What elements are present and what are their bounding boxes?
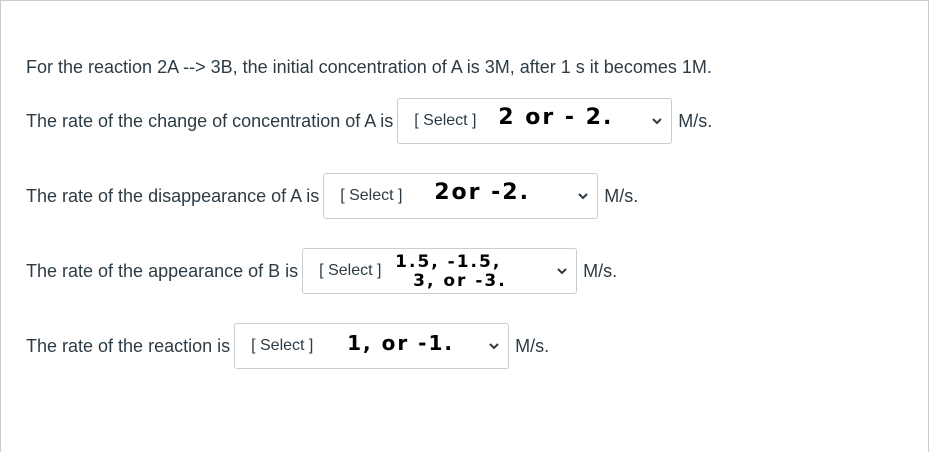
- select-placeholder: [ Select ]: [340, 187, 403, 204]
- handwritten-answer-line-1: 1.5, -1.5,: [395, 252, 502, 272]
- handwritten-answer: 2 or - 2.: [498, 105, 614, 130]
- unit-label: M/s.: [583, 261, 618, 281]
- row-label: The rate of the change of concentration …: [26, 111, 394, 131]
- unit-label: M/s.: [678, 111, 713, 131]
- answer-row-2: The rate of the disappearance of A is [ …: [26, 173, 638, 219]
- handwritten-answer-line-2: 3, or -3.: [413, 271, 507, 291]
- answer-select-2[interactable]: [ Select ] 2or -2.: [323, 173, 599, 219]
- select-placeholder: [ Select ]: [414, 112, 477, 129]
- answer-select-1[interactable]: [ Select ] 2 or - 2.: [397, 98, 673, 144]
- select-placeholder: [ Select ]: [251, 337, 314, 354]
- unit-label: M/s.: [604, 186, 639, 206]
- answer-select-3[interactable]: [ Select ] 1.5, -1.5, 3, or -3.: [302, 248, 578, 294]
- chevron-down-icon: [578, 193, 588, 200]
- answer-select-4[interactable]: [ Select ] 1, or -1.: [234, 323, 510, 369]
- row-label: The rate of the appearance of B is: [26, 261, 299, 281]
- chevron-down-icon: [489, 343, 499, 350]
- answer-row-1: The rate of the change of concentration …: [26, 98, 712, 144]
- handwritten-answer: 2or -2.: [434, 180, 530, 205]
- row-label: The rate of the disappearance of A is: [26, 186, 320, 206]
- answer-row-4: The rate of the reaction is [ Select ] 1…: [26, 323, 549, 369]
- chevron-down-icon: [652, 118, 662, 125]
- select-placeholder: [ Select ]: [319, 262, 382, 279]
- handwritten-answer: 1, or -1.: [347, 331, 454, 355]
- row-label: The rate of the reaction is: [26, 336, 231, 356]
- question-text: For the reaction 2A --> 3B, the initial …: [26, 57, 712, 77]
- answer-row-3: The rate of the appearance of B is [ Sel…: [26, 248, 617, 294]
- chevron-down-icon: [557, 268, 567, 275]
- unit-label: M/s.: [515, 336, 550, 356]
